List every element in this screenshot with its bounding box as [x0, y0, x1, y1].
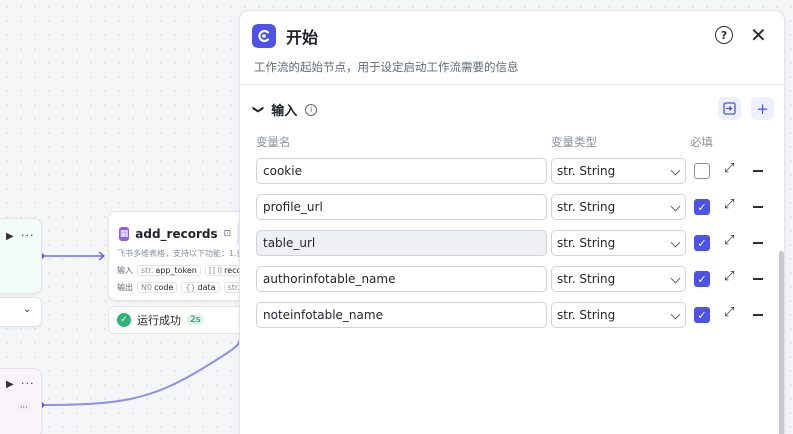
panel-title: 开始: [286, 28, 319, 47]
variable-type-select[interactable]: str. String: [551, 302, 686, 328]
variable-type-select[interactable]: str. String: [551, 266, 686, 292]
table-icon: ▦: [119, 227, 130, 241]
required-checkbox[interactable]: ✓: [694, 271, 710, 287]
play-icon[interactable]: ▶: [6, 379, 14, 390]
add-records-node[interactable]: ▦ add_records ⊡ 单独 飞书多维表格，支持以下功能：1.创 输入 …: [108, 211, 255, 301]
expand-icon[interactable]: ⤢: [724, 269, 734, 284]
required-checkbox[interactable]: ✓: [694, 235, 710, 251]
variable-name-input[interactable]: table_url: [256, 230, 547, 256]
remove-icon[interactable]: [753, 278, 763, 280]
upstream-node-select[interactable]: ⌄: [0, 297, 42, 327]
node-title: add_records: [135, 227, 218, 241]
chevron-down-icon: [670, 165, 681, 176]
output-chip: {} data: [181, 282, 220, 293]
variable-name-input[interactable]: profile_url: [256, 194, 547, 220]
variable-name-input[interactable]: authorinfotable_name: [256, 266, 547, 292]
more-icon[interactable]: ···: [21, 377, 35, 390]
doc-icon: ⊡: [223, 229, 232, 239]
variable-row: noteinfotable_name str. String ✓ ⤢: [256, 302, 776, 328]
scrollbar[interactable]: [779, 251, 784, 434]
help-icon[interactable]: ?: [715, 26, 733, 44]
panel-description: 工作流的起始节点，用于设定启动工作流需要的信息: [254, 60, 519, 74]
remove-icon[interactable]: [753, 170, 763, 172]
node-inputs: 输入 str.app_token [] llrecords: [117, 265, 247, 276]
output-chip: N0 code: [137, 282, 178, 293]
variable-type-select[interactable]: str. String: [551, 158, 686, 184]
expand-icon[interactable]: ⤢: [724, 233, 734, 248]
input-section-header[interactable]: ❯ 输入 i: [252, 100, 318, 119]
upstream-node-2[interactable]: ▶ ··· ···: [0, 368, 42, 434]
collapsed-badge: ···: [17, 403, 31, 412]
column-header-name: 变量名: [256, 135, 291, 149]
start-node-panel: 开始 ? ✕ 工作流的起始节点，用于设定启动工作流需要的信息 ❯ 输入 i + …: [239, 10, 785, 434]
inputs-label: 输入: [117, 266, 133, 275]
node-description: 飞书多维表格，支持以下功能：1.创: [117, 249, 245, 258]
import-button[interactable]: [718, 97, 741, 120]
run-status-label: 运行成功: [137, 314, 181, 327]
variable-type-select[interactable]: str. String: [551, 230, 686, 256]
variable-name-input[interactable]: cookie: [256, 158, 547, 184]
expand-icon[interactable]: ⤢: [724, 197, 734, 212]
variable-row: profile_url str. String ✓ ⤢: [256, 194, 776, 220]
add-variable-button[interactable]: +: [751, 97, 774, 120]
variable-name-input[interactable]: noteinfotable_name: [256, 302, 547, 328]
required-checkbox[interactable]: ✓: [694, 199, 710, 215]
variable-row: cookie str. String ⤢: [256, 158, 776, 184]
chevron-down-icon: [670, 201, 681, 212]
chevron-down-icon: [670, 309, 681, 320]
expand-icon[interactable]: ⤢: [724, 305, 734, 320]
section-title: 输入: [271, 104, 298, 119]
chevron-down-icon: ⌄: [23, 304, 32, 315]
column-header-required: 必填: [690, 135, 713, 149]
play-icon[interactable]: ▶: [6, 231, 14, 242]
close-icon[interactable]: ✕: [750, 23, 767, 47]
required-checkbox[interactable]: ✓: [694, 307, 710, 323]
plus-icon: +: [756, 99, 769, 118]
outputs-label: 输出: [117, 283, 133, 292]
info-icon[interactable]: i: [305, 103, 318, 116]
required-checkbox[interactable]: [694, 163, 710, 179]
remove-icon[interactable]: [753, 314, 763, 316]
node-outputs: 输出 N0code {}data str.log: [117, 282, 247, 293]
start-logo-icon: [252, 24, 276, 48]
chevron-down-icon: [670, 237, 681, 248]
connection-line-2: [40, 339, 241, 406]
upstream-node-1[interactable]: ▶ ···: [0, 218, 42, 294]
chevron-down-icon: [670, 273, 681, 284]
import-icon: [723, 102, 736, 115]
variable-row: table_url str. String ✓ ⤢: [256, 230, 776, 256]
run-status-bar[interactable]: ✓ 运行成功 2s: [108, 306, 248, 334]
remove-icon[interactable]: [753, 206, 763, 208]
more-icon[interactable]: ···: [21, 229, 35, 242]
variable-row: authorinfotable_name str. String ✓ ⤢: [256, 266, 776, 292]
remove-icon[interactable]: [753, 242, 763, 244]
check-circle-icon: ✓: [117, 313, 131, 327]
input-chip: str. app_token: [137, 265, 201, 276]
column-header-type: 变量类型: [551, 135, 597, 149]
divider: [240, 84, 784, 85]
expand-icon[interactable]: ⤢: [724, 161, 734, 176]
run-time-badge: 2s: [187, 315, 204, 325]
variable-type-select[interactable]: str. String: [551, 194, 686, 220]
chevron-down-icon[interactable]: ❯: [252, 105, 265, 114]
